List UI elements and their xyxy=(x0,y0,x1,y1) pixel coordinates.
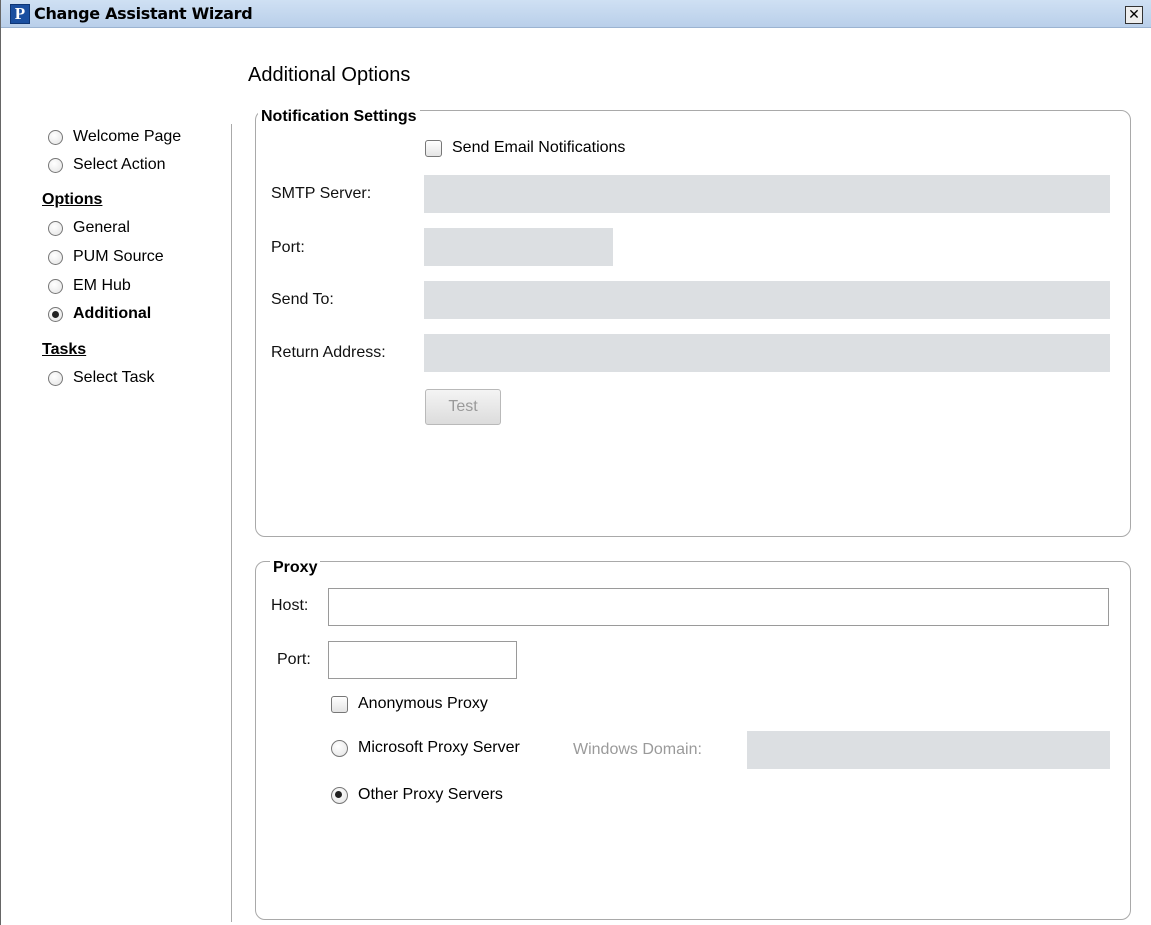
return-address-label: Return Address: xyxy=(271,344,386,361)
microsoft-proxy-server-label: Microsoft Proxy Server xyxy=(358,739,520,756)
page-title: Additional Options xyxy=(248,64,411,86)
anonymous-proxy-label: Anonymous Proxy xyxy=(358,695,488,712)
sidebar-item-select-action[interactable]: Select Action xyxy=(48,154,166,176)
radio-icon xyxy=(48,157,63,173)
sidebar-item-label: Welcome Page xyxy=(73,128,182,145)
windows-domain-field[interactable] xyxy=(747,731,1110,769)
radio-icon xyxy=(48,249,63,265)
sidebar-heading-options: Options xyxy=(42,191,103,208)
sidebar-item-label: Additional xyxy=(73,305,152,322)
radio-icon xyxy=(331,739,348,757)
sidebar-item-em-hub[interactable]: EM Hub xyxy=(48,275,131,297)
radio-icon xyxy=(48,220,63,236)
sidebar-item-additional[interactable]: Additional xyxy=(48,303,151,325)
microsoft-proxy-server-radio[interactable]: Microsoft Proxy Server xyxy=(331,739,520,757)
notification-settings-title: Notification Settings xyxy=(258,108,420,126)
close-button[interactable]: ✕ xyxy=(1125,6,1143,24)
radio-icon xyxy=(48,129,63,145)
test-button[interactable]: Test xyxy=(425,389,501,425)
return-address-field[interactable] xyxy=(424,334,1110,372)
sidebar-heading-tasks: Tasks xyxy=(42,341,87,358)
proxy-port-label: Port: xyxy=(277,651,311,668)
notification-port-field[interactable] xyxy=(424,228,613,266)
sidebar-item-welcome-page[interactable]: Welcome Page xyxy=(48,126,181,148)
peoplesoft-app-icon: P xyxy=(10,4,30,24)
smtp-server-label: SMTP Server: xyxy=(271,185,372,202)
change-assistant-window: P Change Assistant Wizard ✕ Additional O… xyxy=(0,0,1151,925)
radio-icon xyxy=(48,278,63,294)
anonymous-proxy-checkbox[interactable]: Anonymous Proxy xyxy=(331,695,488,713)
send-email-notifications-checkbox[interactable]: Send Email Notifications xyxy=(425,139,625,157)
radio-selected-icon xyxy=(331,786,348,804)
send-to-field[interactable] xyxy=(424,281,1110,319)
notification-port-label: Port: xyxy=(271,239,305,256)
send-to-label: Send To: xyxy=(271,291,334,308)
radio-selected-icon xyxy=(48,306,63,322)
proxy-host-label: Host: xyxy=(271,597,309,614)
checkbox-icon xyxy=(331,695,348,713)
proxy-group-title: Proxy xyxy=(270,559,321,577)
title-bar: P Change Assistant Wizard ✕ xyxy=(1,0,1151,28)
sidebar-item-pum-source[interactable]: PUM Source xyxy=(48,246,164,268)
sidebar-item-label: Select Action xyxy=(73,156,166,173)
smtp-server-field[interactable] xyxy=(424,175,1110,213)
radio-icon xyxy=(48,370,63,386)
sidebar-item-label: Select Task xyxy=(73,369,155,386)
proxy-port-input[interactable] xyxy=(328,641,517,679)
window-title: Change Assistant Wizard xyxy=(34,4,253,23)
send-email-notifications-label: Send Email Notifications xyxy=(452,139,626,156)
sidebar-item-label: PUM Source xyxy=(73,248,164,265)
other-proxy-servers-label: Other Proxy Servers xyxy=(358,786,503,803)
sidebar-item-label: General xyxy=(73,219,130,236)
checkbox-icon xyxy=(425,139,442,157)
proxy-host-input[interactable] xyxy=(328,588,1109,626)
windows-domain-label: Windows Domain: xyxy=(573,741,702,758)
sidebar-item-select-task[interactable]: Select Task xyxy=(48,367,155,389)
sidebar-item-label: EM Hub xyxy=(73,277,131,294)
sidebar-divider xyxy=(231,124,232,922)
sidebar-item-general[interactable]: General xyxy=(48,217,130,239)
other-proxy-servers-radio[interactable]: Other Proxy Servers xyxy=(331,786,503,804)
